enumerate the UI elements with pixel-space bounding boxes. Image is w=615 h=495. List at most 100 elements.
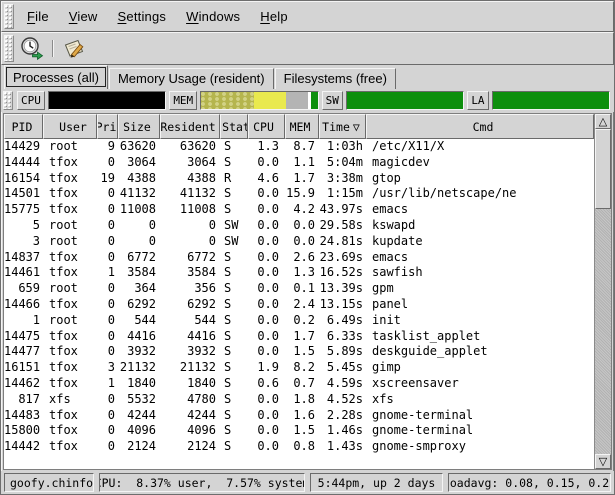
loadavg-meter-bar — [492, 91, 610, 110]
table-row[interactable]: 14501tfox04113241132S0.015.91:15m/usr/li… — [4, 186, 594, 202]
mem-meter-bar — [200, 91, 318, 110]
cell-pid: 14501 — [4, 186, 43, 202]
toolbar-grip-handle[interactable] — [4, 35, 14, 62]
table-row[interactable]: 14429root96362063620S1.38.71:03h/etc/X11… — [4, 139, 594, 155]
cell-pri: 0 — [97, 202, 118, 218]
cell-pri: 0 — [97, 313, 118, 329]
cell-cpu: 0.0 — [248, 329, 285, 345]
cell-cmd: emacs — [366, 202, 594, 218]
menu-view[interactable]: View — [59, 5, 108, 28]
cell-stat: S — [220, 423, 248, 439]
tab-processes[interactable]: Processes (all) — [4, 65, 108, 89]
column-header-user[interactable]: User — [43, 114, 97, 139]
cell-cpu: 0.0 — [248, 202, 285, 218]
cell-pri: 0 — [97, 155, 118, 171]
table-row[interactable]: 14442tfox021242124S0.00.81.43sgnome-smpr… — [4, 439, 594, 455]
column-header-cpu[interactable]: CPU — [248, 114, 285, 139]
table-row[interactable]: 15800tfox040964096S0.01.51.46sgnome-term… — [4, 423, 594, 439]
cell-time: 3:38m — [319, 171, 366, 187]
cell-user: tfox — [43, 155, 97, 171]
column-header-size[interactable]: Size — [118, 114, 160, 139]
table-row[interactable]: 14837tfox067726772S0.02.623.69semacs — [4, 250, 594, 266]
hostname-panel: goofy.chinfox — [4, 473, 94, 492]
cell-resident: 4416 — [160, 329, 220, 345]
cell-resident: 4244 — [160, 408, 220, 424]
loadavg-meter-label[interactable]: LA — [467, 91, 488, 110]
gtop-window: File View Settings Windows Help — [0, 0, 615, 495]
scrollbar-thumb[interactable] — [595, 129, 611, 209]
vertical-scrollbar[interactable]: △ ▽ — [594, 114, 611, 469]
table-row[interactable]: 817xfs055324780S0.01.84.52sxfs — [4, 392, 594, 408]
table-row[interactable]: 14477tfox039323932S0.01.55.89sdeskguide_… — [4, 344, 594, 360]
cell-cpu: 0.0 — [248, 439, 285, 455]
process-table-header: PID User Pri Size Resident Stat CPU MEM … — [4, 114, 594, 139]
column-header-resident[interactable]: Resident — [160, 114, 220, 139]
menu-file[interactable]: File — [17, 5, 59, 28]
cell-mem: 1.8 — [285, 392, 319, 408]
cell-mem: 0.1 — [285, 281, 319, 297]
table-row[interactable]: 16151tfox32113221132S1.98.25.45sgimp — [4, 360, 594, 376]
cell-cmd: /usr/lib/netscape/ne — [366, 186, 594, 202]
meters-grip-handle[interactable] — [3, 91, 13, 110]
table-row[interactable]: 14462tfox118401840S0.60.74.59sxscreensav… — [4, 376, 594, 392]
menu-bar: File View Settings Windows Help — [1, 1, 614, 32]
cell-user: tfox — [43, 408, 97, 424]
table-row[interactable]: 14466tfox062926292S0.02.413.15spanel — [4, 297, 594, 313]
mem-meter-label[interactable]: MEM — [169, 91, 197, 110]
cell-mem: 0.8 — [285, 439, 319, 455]
tab-filesystems[interactable]: Filesystems (free) — [275, 68, 396, 89]
scrollbar-trough[interactable] — [595, 209, 611, 454]
cell-pid: 16154 — [4, 171, 43, 187]
column-header-time[interactable]: Time ▽ — [319, 114, 366, 139]
cell-size: 4244 — [118, 408, 160, 424]
column-header-stat[interactable]: Stat — [220, 114, 248, 139]
swap-meter-label[interactable]: SW — [322, 91, 343, 110]
table-row[interactable]: 14461tfox135843584S0.01.316.52ssawfish — [4, 265, 594, 281]
cell-cmd: gnome-smproxy — [366, 439, 594, 455]
menu-settings[interactable]: Settings — [108, 5, 177, 28]
scroll-down-icon[interactable]: ▽ — [595, 454, 611, 469]
cell-pri: 1 — [97, 265, 118, 281]
cell-user: root — [43, 234, 97, 250]
table-row[interactable]: 3root000SW0.00.024.81skupdate — [4, 234, 594, 250]
table-row[interactable]: 14475tfox044164416S0.01.76.33stasklist_a… — [4, 329, 594, 345]
cell-resident: 544 — [160, 313, 220, 329]
cell-user: tfox — [43, 423, 97, 439]
table-row[interactable]: 14483tfox042444244S0.01.62.28sgnome-term… — [4, 408, 594, 424]
meter-segment — [254, 92, 287, 109]
cell-time: 4.52s — [319, 392, 366, 408]
cell-resident: 4096 — [160, 423, 220, 439]
clock-arrow-icon[interactable] — [17, 35, 47, 63]
swap-meter-bar — [346, 91, 464, 110]
menu-windows[interactable]: Windows — [176, 5, 250, 28]
column-header-pid[interactable]: PID — [4, 114, 43, 139]
cell-size: 5532 — [118, 392, 160, 408]
cell-stat: R — [220, 171, 248, 187]
status-bar: goofy.chinfox CPU: 8.37% user, 7.57% sys… — [1, 471, 614, 494]
cell-cpu: 4.6 — [248, 171, 285, 187]
column-header-cmd[interactable]: Cmd — [366, 114, 594, 139]
cpu-meter-label[interactable]: CPU — [17, 91, 45, 110]
cell-mem: 0.0 — [285, 234, 319, 250]
table-row[interactable]: 5root000SW0.00.029.58skswapd — [4, 218, 594, 234]
cell-stat: S — [220, 297, 248, 313]
menu-help[interactable]: Help — [250, 5, 298, 28]
cell-resident: 2124 — [160, 439, 220, 455]
table-row[interactable]: 16154tfox1943884388R4.61.73:38mgtop — [4, 171, 594, 187]
table-row[interactable]: 14444tfox030643064S0.01.15:04mmagicdev — [4, 155, 594, 171]
table-row[interactable]: 659root0364356S0.00.113.39sgpm — [4, 281, 594, 297]
cell-mem: 2.4 — [285, 297, 319, 313]
cell-stat: S — [220, 329, 248, 345]
scroll-up-icon[interactable]: △ — [595, 114, 611, 129]
column-header-mem[interactable]: MEM — [285, 114, 319, 139]
cell-pri: 0 — [97, 392, 118, 408]
table-row[interactable]: 1root0544544S0.00.26.49sinit — [4, 313, 594, 329]
toolbar-separator — [52, 40, 54, 57]
cell-mem: 8.7 — [285, 139, 319, 155]
menubar-grip-handle[interactable] — [4, 4, 14, 29]
cell-stat: S — [220, 186, 248, 202]
column-header-pri[interactable]: Pri — [97, 114, 118, 139]
tab-memory-usage[interactable]: Memory Usage (resident) — [109, 68, 274, 89]
notepad-pencil-icon[interactable] — [59, 35, 89, 63]
table-row[interactable]: 15775tfox01100811008S0.04.243.97semacs — [4, 202, 594, 218]
